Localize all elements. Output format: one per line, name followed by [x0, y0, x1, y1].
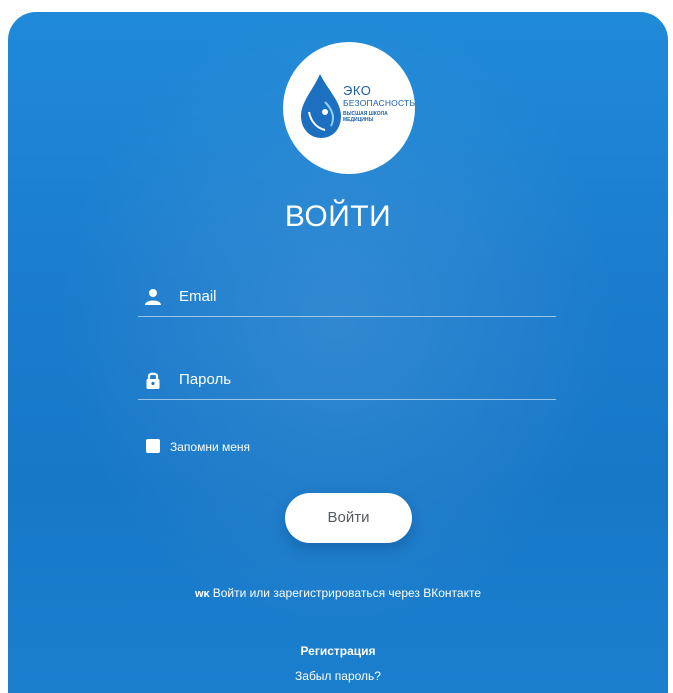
- lock-icon: [146, 372, 160, 389]
- forgot-password-link[interactable]: Забыл пароль?: [8, 669, 668, 683]
- logo-text-school-line2: МЕДИЦИНЫ: [343, 117, 374, 123]
- user-icon: [145, 289, 161, 305]
- logo-text-eco: ЭКО: [343, 83, 372, 98]
- password-field[interactable]: Пароль: [138, 363, 556, 400]
- password-placeholder: Пароль: [179, 371, 232, 388]
- page-title: ВОЙТИ: [284, 200, 392, 233]
- email-field[interactable]: Email: [138, 280, 556, 317]
- login-panel: ЭКО БЕЗОПАСНОСТЬ ВЫСШАЯ ШКОЛА МЕДИЦИНЫ В…: [8, 12, 668, 693]
- remember-me-checkbox[interactable]: [146, 439, 160, 453]
- login-button[interactable]: Войти: [285, 493, 412, 543]
- vk-icon: ᴡᴋ: [194, 588, 210, 600]
- drop-icon: [301, 74, 341, 138]
- remember-me-label: Запомни меня: [170, 440, 251, 454]
- vk-login-link[interactable]: ᴡᴋ Войти или зарегистрироваться через ВКо…: [8, 586, 668, 600]
- logo: ЭКО БЕЗОПАСНОСТЬ ВЫСШАЯ ШКОЛА МЕДИЦИНЫ: [283, 42, 415, 174]
- logo-text-safety: БЕЗОПАСНОСТЬ: [343, 98, 416, 108]
- register-link[interactable]: Регистрация: [8, 644, 668, 658]
- logo-text-school: ВЫСШАЯ ШКОЛА МЕДИЦИНЫ: [343, 111, 388, 123]
- email-placeholder: Email: [179, 288, 217, 305]
- vk-login-text: Войти или зарегистрироваться через ВКонт…: [212, 586, 481, 600]
